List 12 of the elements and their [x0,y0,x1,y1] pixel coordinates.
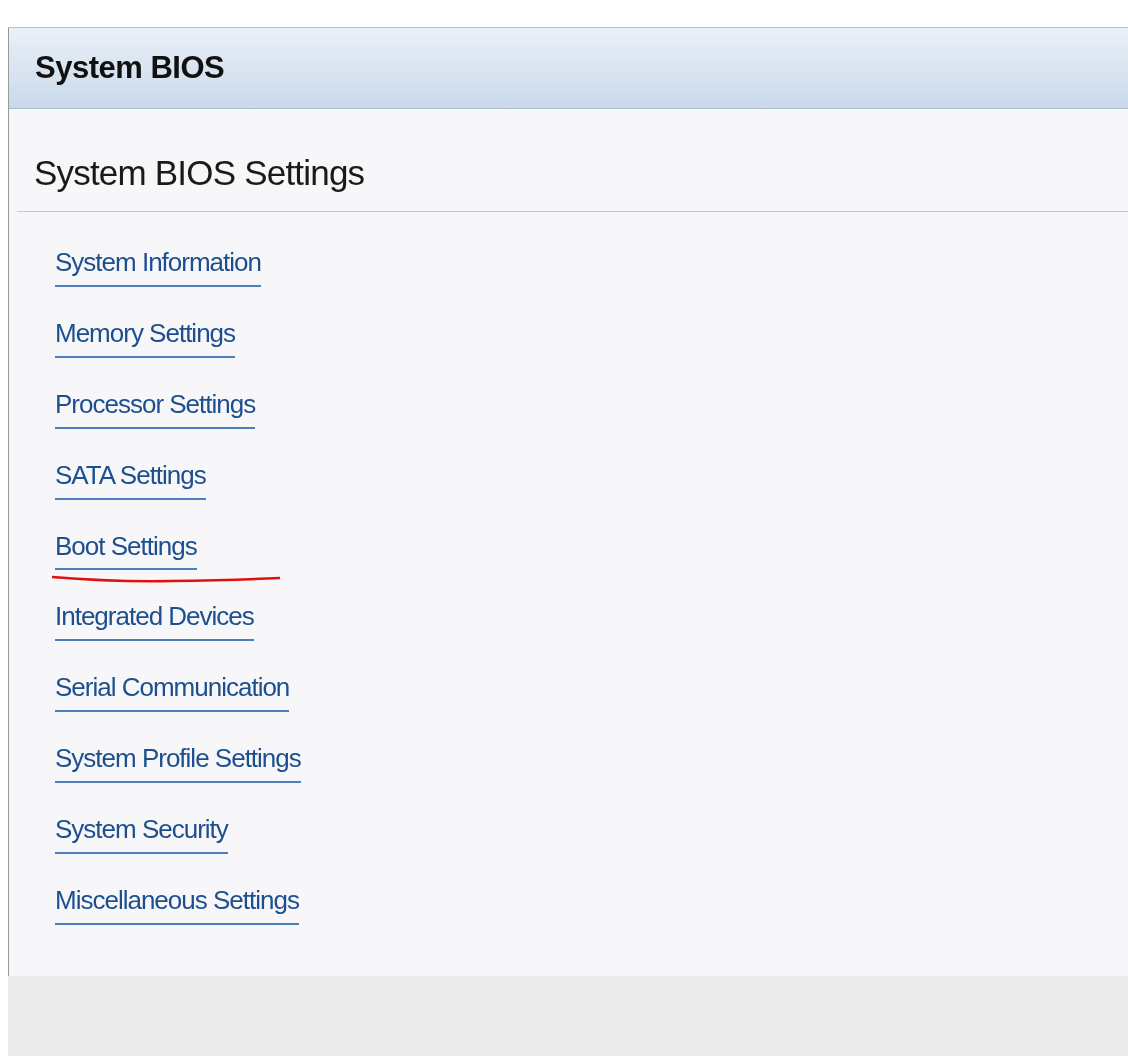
settings-link[interactable]: System Information [55,248,261,287]
settings-link[interactable]: Boot Settings [55,531,197,571]
settings-link[interactable]: Memory Settings [55,318,236,358]
settings-link[interactable]: Processor Settings [55,389,256,429]
settings-link[interactable]: Miscellaneous Settings [55,886,299,925]
settings-link[interactable]: System Security [55,815,228,854]
window-title: System BIOS [35,50,225,86]
settings-link[interactable]: System Profile Settings [55,744,301,784]
settings-link[interactable]: SATA Settings [55,460,206,500]
settings-link[interactable]: Serial Communication [55,673,290,713]
settings-link[interactable]: Integrated Devices [55,602,254,642]
page-heading: System BIOS Settings [17,109,1128,212]
